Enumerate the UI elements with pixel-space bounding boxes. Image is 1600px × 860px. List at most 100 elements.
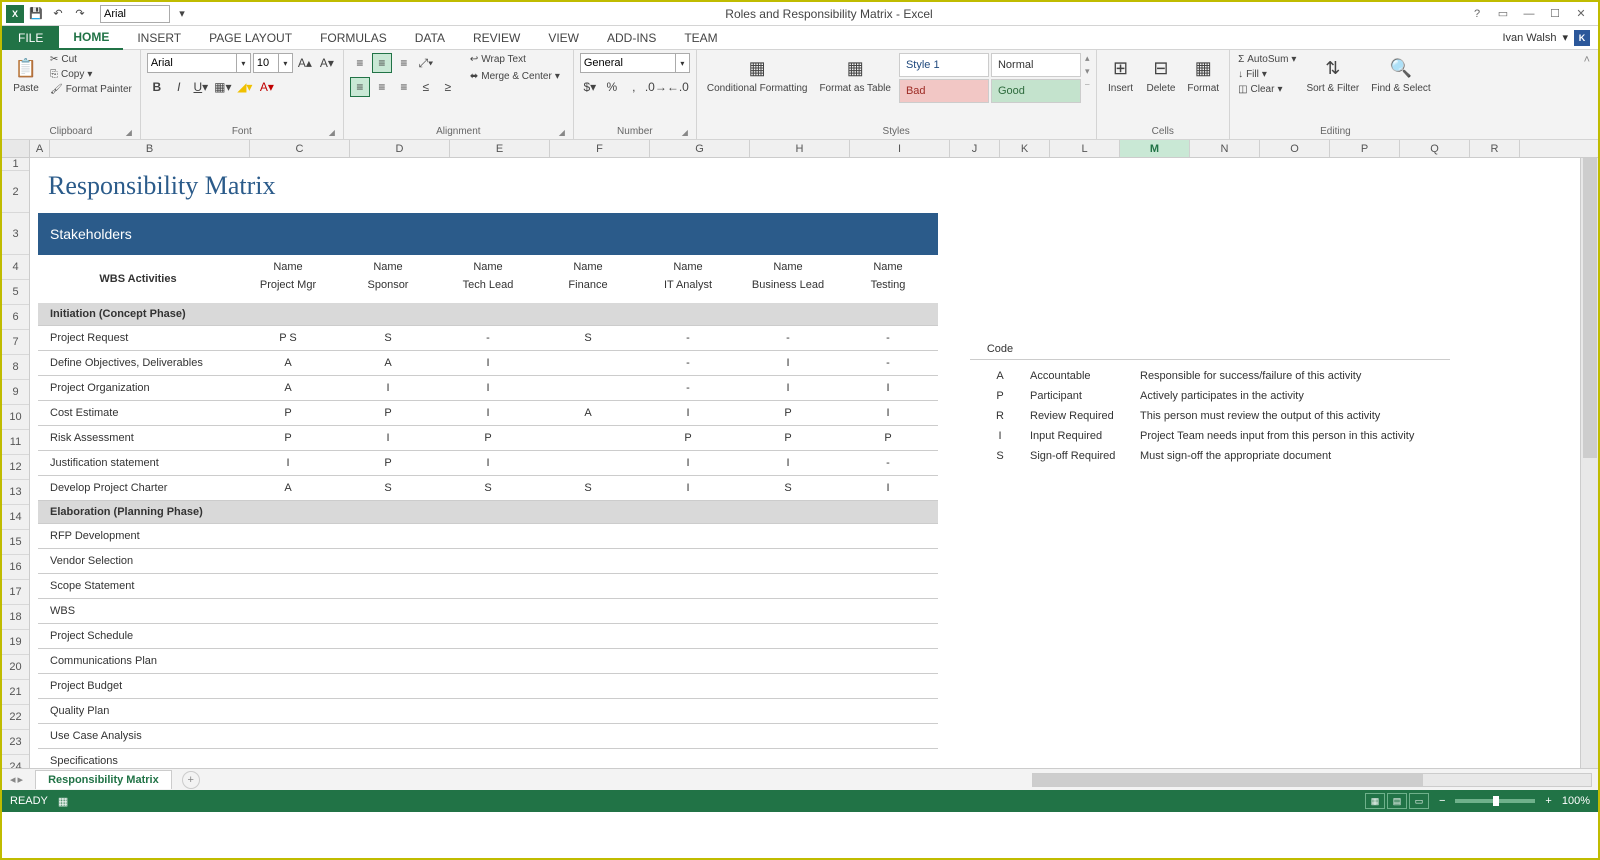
data-cell[interactable]: - <box>838 457 938 469</box>
row-header-20[interactable]: 20 <box>2 655 29 680</box>
row-header-2[interactable]: 2 <box>2 171 29 213</box>
data-cell[interactable]: S <box>738 482 838 494</box>
copy-button[interactable]: ⎘Copy▾ <box>48 68 134 81</box>
data-cell[interactable]: P <box>738 432 838 444</box>
styles-scroll-down-icon[interactable]: ▾ <box>1085 66 1090 77</box>
col-header-F[interactable]: F <box>550 140 650 157</box>
activity-cell[interactable]: Scope Statement <box>38 580 238 592</box>
activity-cell[interactable]: Project Budget <box>38 680 238 692</box>
grid[interactable]: Responsibility Matrix Stakeholders WBS A… <box>30 158 1580 768</box>
currency-icon[interactable]: $▾ <box>580 77 600 97</box>
zoom-slider[interactable] <box>1455 799 1535 803</box>
qat-font-combo[interactable] <box>100 5 170 23</box>
row-header-11[interactable]: 11 <box>2 430 29 455</box>
new-sheet-button[interactable]: + <box>182 771 200 789</box>
data-cell[interactable]: I <box>638 482 738 494</box>
style-bad[interactable]: Bad <box>899 79 989 103</box>
row-header-4[interactable]: 4 <box>2 255 29 280</box>
activity-cell[interactable]: Vendor Selection <box>38 555 238 567</box>
styles-scroll-up-icon[interactable]: ▴ <box>1085 53 1090 64</box>
data-cell[interactable]: I <box>738 457 838 469</box>
col-header-K[interactable]: K <box>1000 140 1050 157</box>
tab-view[interactable]: VIEW <box>534 26 593 50</box>
ribbon-display-icon[interactable]: ▭ <box>1492 5 1514 23</box>
close-icon[interactable]: ✕ <box>1570 5 1592 23</box>
hscroll-thumb[interactable] <box>1033 774 1423 786</box>
col-header-E[interactable]: E <box>450 140 550 157</box>
view-page-layout-icon[interactable]: ▤ <box>1387 793 1407 809</box>
font-color-button[interactable]: A▾ <box>257 77 277 97</box>
undo-icon[interactable]: ↶ <box>48 5 68 23</box>
decrease-decimal-icon[interactable]: ←.0 <box>668 77 688 97</box>
cell-styles-gallery[interactable]: Style 1 Normal Bad Good <box>899 53 1081 103</box>
tab-formulas[interactable]: FORMULAS <box>306 26 401 50</box>
format-button[interactable]: ▦Format <box>1183 53 1223 96</box>
data-cell[interactable]: A <box>538 407 638 419</box>
tab-page-layout[interactable]: PAGE LAYOUT <box>195 26 306 50</box>
data-cell[interactable]: I <box>438 382 538 394</box>
data-cell[interactable]: P <box>238 407 338 419</box>
col-header-B[interactable]: B <box>50 140 250 157</box>
data-cell[interactable]: I <box>238 457 338 469</box>
clipboard-launcher-icon[interactable]: ◢ <box>126 128 132 137</box>
row-header-14[interactable]: 14 <box>2 505 29 530</box>
styles-more-icon[interactable]: ⎯ <box>1085 79 1090 90</box>
vertical-scrollbar[interactable] <box>1580 158 1598 768</box>
activity-cell[interactable]: Project Organization <box>38 382 238 394</box>
col-header-H[interactable]: H <box>750 140 850 157</box>
number-format-combo[interactable]: ▾ <box>580 53 690 73</box>
shrink-font-icon[interactable]: A▾ <box>317 53 337 73</box>
save-icon[interactable]: 💾 <box>26 5 46 23</box>
file-tab[interactable]: FILE <box>2 26 59 50</box>
activity-cell[interactable]: Define Objectives, Deliverables <box>38 357 238 369</box>
tab-addins[interactable]: ADD-INS <box>593 26 670 50</box>
zoom-level[interactable]: 100% <box>1562 795 1590 807</box>
align-middle-icon[interactable]: ≡ <box>372 53 392 73</box>
qat-dropdown-icon[interactable]: ▾ <box>172 5 192 23</box>
row-header-22[interactable]: 22 <box>2 705 29 730</box>
data-cell[interactable]: A <box>238 382 338 394</box>
increase-decimal-icon[interactable]: .0→ <box>646 77 666 97</box>
activity-cell[interactable]: Project Schedule <box>38 630 238 642</box>
select-all-corner[interactable] <box>2 140 30 157</box>
data-cell[interactable]: S <box>538 482 638 494</box>
row-header-13[interactable]: 13 <box>2 480 29 505</box>
horizontal-scrollbar[interactable] <box>1032 773 1592 787</box>
col-header-I[interactable]: I <box>850 140 950 157</box>
tab-review[interactable]: REVIEW <box>459 26 534 50</box>
data-cell[interactable]: - <box>738 332 838 344</box>
maximize-icon[interactable]: ☐ <box>1544 5 1566 23</box>
format-painter-button[interactable]: 🖌Format Painter <box>48 83 134 96</box>
zoom-in-icon[interactable]: + <box>1545 795 1551 807</box>
format-as-table-button[interactable]: ▦Format as Table <box>815 53 895 96</box>
col-header-G[interactable]: G <box>650 140 750 157</box>
row-header-23[interactable]: 23 <box>2 730 29 755</box>
user-area[interactable]: Ivan Walsh ▾ K <box>1502 30 1598 46</box>
data-cell[interactable]: I <box>338 432 438 444</box>
align-top-icon[interactable]: ≡ <box>350 53 370 73</box>
activity-cell[interactable]: RFP Development <box>38 530 238 542</box>
sort-filter-button[interactable]: ⇅Sort & Filter <box>1302 53 1363 96</box>
activity-cell[interactable]: Risk Assessment <box>38 432 238 444</box>
row-header-16[interactable]: 16 <box>2 555 29 580</box>
style-normal[interactable]: Normal <box>991 53 1081 77</box>
data-cell[interactable]: A <box>338 357 438 369</box>
activity-cell[interactable]: Communications Plan <box>38 655 238 667</box>
conditional-formatting-button[interactable]: ▦Conditional Formatting <box>703 53 812 96</box>
data-cell[interactable]: - <box>638 357 738 369</box>
data-cell[interactable]: A <box>238 482 338 494</box>
data-cell[interactable]: - <box>838 332 938 344</box>
find-select-button[interactable]: 🔍Find & Select <box>1367 53 1434 96</box>
bold-button[interactable]: B <box>147 77 167 97</box>
comma-icon[interactable]: , <box>624 77 644 97</box>
activity-cell[interactable]: Project Request <box>38 332 238 344</box>
row-header-5[interactable]: 5 <box>2 280 29 305</box>
col-header-N[interactable]: N <box>1190 140 1260 157</box>
orientation-icon[interactable]: ⤢▾ <box>416 53 436 73</box>
data-cell[interactable]: I <box>738 357 838 369</box>
data-cell[interactable]: P <box>638 432 738 444</box>
vscroll-thumb[interactable] <box>1583 158 1597 458</box>
increase-indent-icon[interactable]: ≥ <box>438 77 458 97</box>
user-avatar[interactable]: K <box>1574 30 1590 46</box>
col-header-Q[interactable]: Q <box>1400 140 1470 157</box>
